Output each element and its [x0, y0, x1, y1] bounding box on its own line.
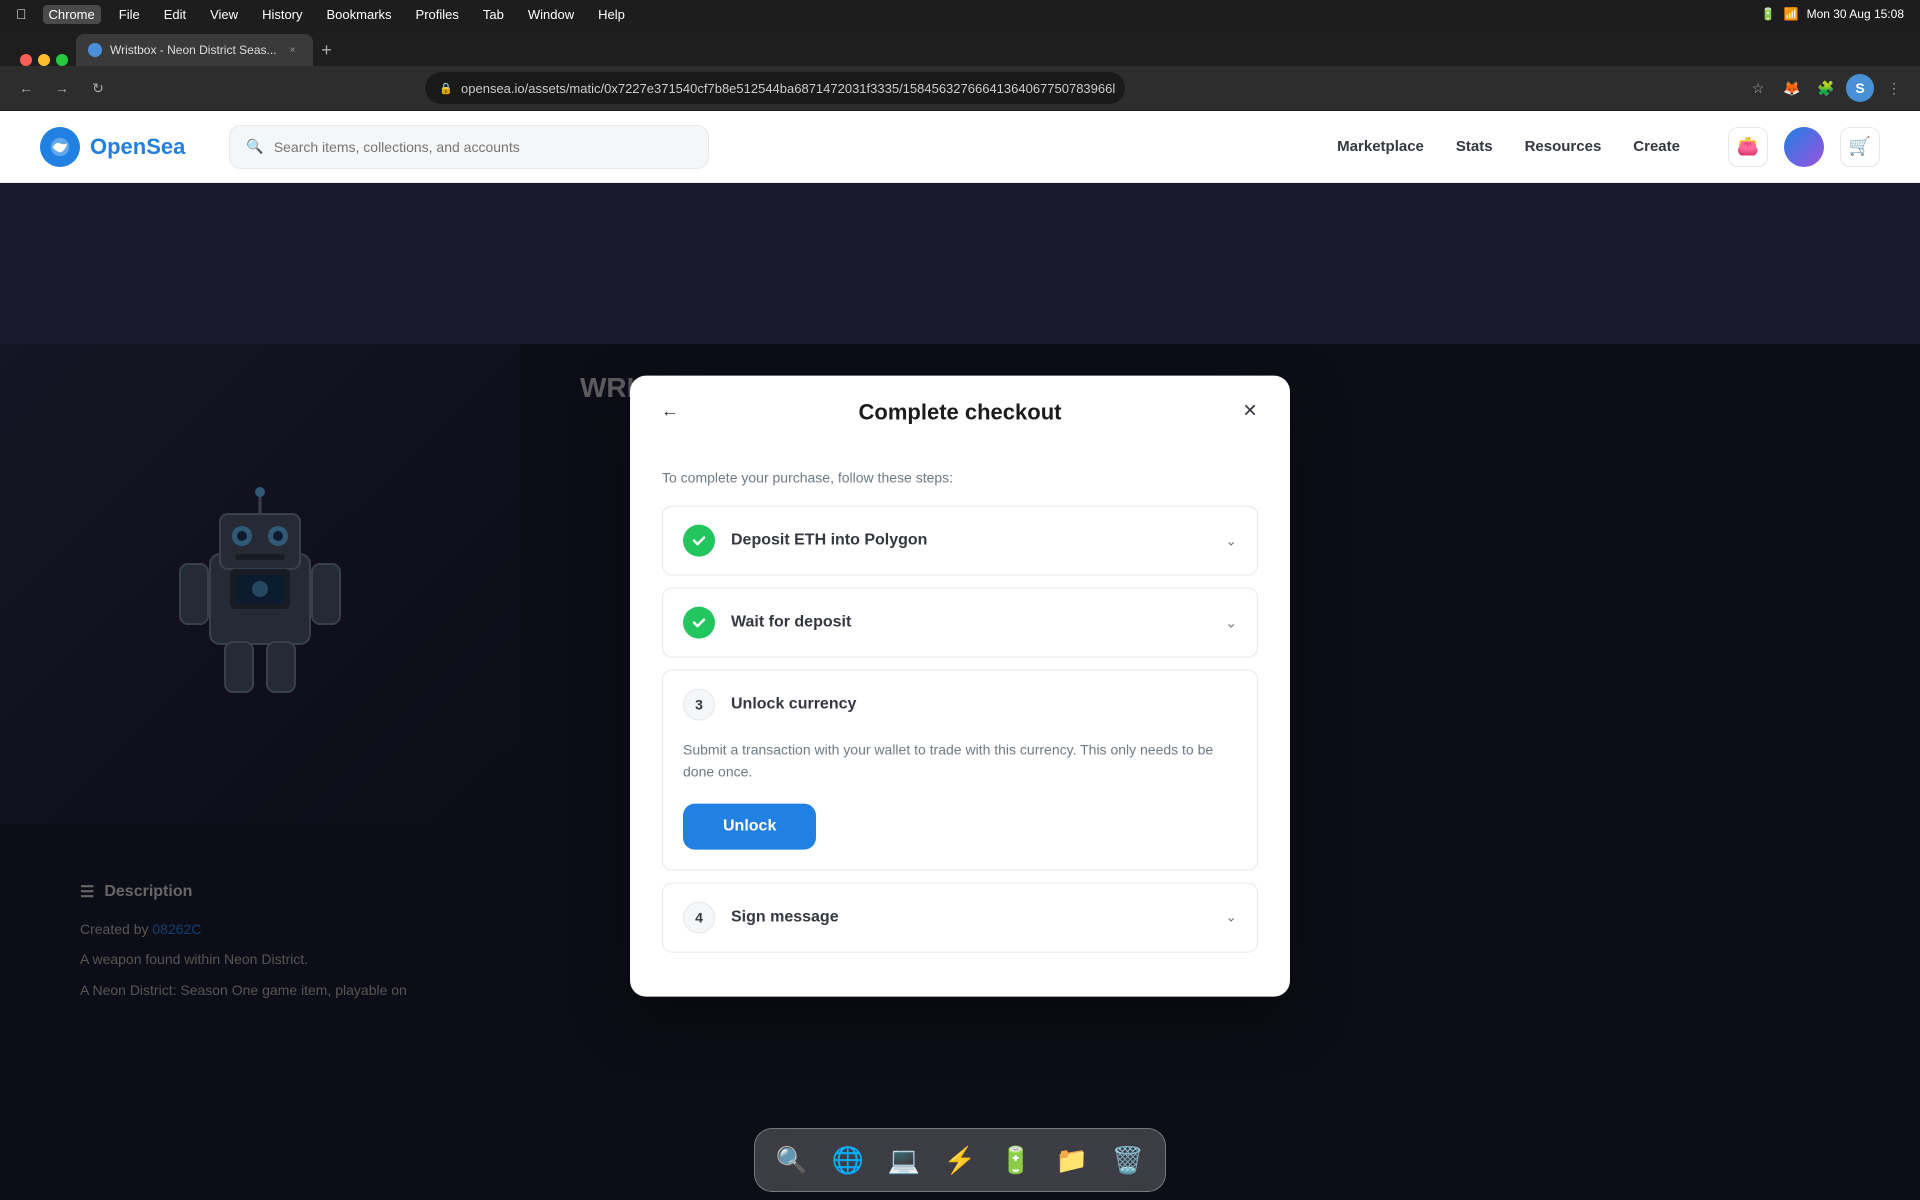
wifi-icon: 📶 [1784, 7, 1799, 21]
checkmark-icon [691, 533, 707, 549]
checkout-modal: ← Complete checkout ✕ To complete your p… [630, 376, 1290, 997]
tab-bar: Wristbox - Neon District Seas... × + [0, 28, 1920, 66]
wallet-button[interactable]: 👛 [1728, 127, 1768, 167]
back-arrow-icon: ← [661, 400, 679, 421]
step-3-label: Unlock currency [731, 696, 856, 714]
tab-close-button[interactable]: × [285, 42, 301, 58]
extensions-button[interactable]: 🧩 [1812, 74, 1840, 102]
step-2-chevron-icon: ⌄ [1225, 614, 1237, 631]
opensea-logo[interactable]: OpenSea [40, 127, 185, 167]
step-3-content: Submit a transaction with your wallet to… [663, 739, 1257, 870]
step-3-unlock: 3 Unlock currency Submit a transaction w… [662, 670, 1258, 871]
step-1-chevron-icon: ⌄ [1225, 532, 1237, 549]
header-icons: 👛 🛒 [1728, 127, 1880, 167]
header-nav: Marketplace Stats Resources Create [1337, 138, 1680, 155]
dock-trash-icon[interactable]: 🗑️ [1103, 1135, 1153, 1185]
traffic-lights [12, 54, 76, 66]
modal-header: ← Complete checkout ✕ [630, 376, 1290, 446]
menu-edit[interactable]: Edit [158, 5, 192, 24]
menu-profiles[interactable]: Profiles [410, 5, 465, 24]
forward-navigation-button[interactable]: → [48, 74, 76, 102]
macos-dock: 🔍 🌐 💻 ⚡ 🔋 📁 🗑️ [754, 1128, 1166, 1192]
back-navigation-button[interactable]: ← [12, 74, 40, 102]
macos-menubar:  Chrome File Edit View History Bookmark… [0, 0, 1920, 28]
step-1-label: Deposit ETH into Polygon [731, 532, 927, 550]
opensea-logo-text: OpenSea [90, 134, 185, 160]
unlock-button[interactable]: Unlock [683, 803, 816, 849]
menu-file[interactable]: File [113, 5, 146, 24]
step-4-label: Sign message [731, 908, 839, 926]
browser-chrome: Wristbox - Neon District Seas... × + ← →… [0, 28, 1920, 111]
new-tab-button[interactable]: + [313, 36, 341, 64]
ssl-lock-icon: 🔒 [439, 82, 453, 95]
reload-button[interactable]: ↻ [84, 74, 112, 102]
dock-finder-icon[interactable]: 🔍 [767, 1135, 817, 1185]
fullscreen-window-button[interactable] [56, 54, 68, 66]
user-avatar-button[interactable] [1784, 127, 1824, 167]
step-1-header[interactable]: Deposit ETH into Polygon ⌄ [663, 507, 1257, 575]
page-background: WRISTBOX ☰ Description Created by 08262C… [0, 172, 1920, 1200]
url-display: opensea.io/assets/matic/0x7227e371540cf7… [461, 81, 1115, 96]
battery-icon: 🔋 [1761, 7, 1776, 21]
cart-button[interactable]: 🛒 [1840, 127, 1880, 167]
chrome-menu-button[interactable]: ⋮ [1880, 74, 1908, 102]
dock-battery-icon[interactable]: 🔋 [991, 1135, 1041, 1185]
modal-back-button[interactable]: ← [654, 395, 686, 427]
step-4-sign: 4 Sign message ⌄ [662, 882, 1258, 952]
nav-create[interactable]: Create [1633, 138, 1680, 155]
step-4-icon: 4 [683, 901, 715, 933]
close-window-button[interactable] [20, 54, 32, 66]
close-icon: ✕ [1242, 400, 1257, 421]
dock-chrome-icon[interactable]: 🌐 [823, 1135, 873, 1185]
dock-lightning-icon[interactable]: ⚡ [935, 1135, 985, 1185]
address-bar[interactable]: 🔒 opensea.io/assets/matic/0x7227e371540c… [425, 72, 1125, 104]
step-3-description: Submit a transaction with your wallet to… [683, 739, 1237, 784]
step-3-header[interactable]: 3 Unlock currency [663, 671, 1257, 739]
step-1-icon [683, 525, 715, 557]
modal-close-button[interactable]: ✕ [1234, 395, 1266, 427]
profile-avatar-button[interactable]: S [1846, 74, 1874, 102]
modal-subtitle: To complete your purchase, follow these … [662, 470, 1258, 486]
minimize-window-button[interactable] [38, 54, 50, 66]
apple-menu[interactable]:  [16, 6, 27, 22]
browser-tab-active[interactable]: Wristbox - Neon District Seas... × [76, 34, 313, 66]
menu-tab[interactable]: Tab [477, 5, 510, 24]
menu-window[interactable]: Window [522, 5, 580, 24]
opensea-header: OpenSea 🔍 Marketplace Stats Resources Cr… [0, 111, 1920, 183]
step-2-header[interactable]: Wait for deposit ⌄ [663, 589, 1257, 657]
address-bar-row: ← → ↻ 🔒 opensea.io/assets/matic/0x7227e3… [0, 66, 1920, 110]
menubar-right: 🔋 📶 Mon 30 Aug 15:08 [1761, 7, 1904, 21]
nav-stats[interactable]: Stats [1456, 138, 1493, 155]
step-4-chevron-icon: ⌄ [1225, 909, 1237, 926]
menu-help[interactable]: Help [592, 5, 631, 24]
menu-view[interactable]: View [204, 5, 244, 24]
nav-resources[interactable]: Resources [1525, 138, 1602, 155]
dock-terminal-icon[interactable]: 💻 [879, 1135, 929, 1185]
opensea-search-bar[interactable]: 🔍 [229, 125, 709, 169]
menu-chrome[interactable]: Chrome [43, 5, 101, 24]
datetime: Mon 30 Aug 15:08 [1807, 7, 1904, 21]
bookmark-star-button[interactable]: ☆ [1744, 74, 1772, 102]
search-icon: 🔍 [246, 138, 263, 155]
extension-metamask-button[interactable]: 🦊 [1778, 74, 1806, 102]
tab-title: Wristbox - Neon District Seas... [110, 43, 277, 57]
step-1-deposit: Deposit ETH into Polygon ⌄ [662, 506, 1258, 576]
menu-history[interactable]: History [256, 5, 308, 24]
step-4-header[interactable]: 4 Sign message ⌄ [663, 883, 1257, 951]
checkmark-icon-2 [691, 615, 707, 631]
dock-files-icon[interactable]: 📁 [1047, 1135, 1097, 1185]
modal-body: To complete your purchase, follow these … [630, 446, 1290, 997]
tab-favicon-icon [88, 43, 102, 57]
browser-actions: ☆ 🦊 🧩 S ⋮ [1744, 74, 1908, 102]
step-2-wait: Wait for deposit ⌄ [662, 588, 1258, 658]
modal-title: Complete checkout [859, 400, 1062, 426]
step-2-label: Wait for deposit [731, 614, 851, 632]
menu-bookmarks[interactable]: Bookmarks [321, 5, 398, 24]
search-input[interactable] [274, 139, 693, 155]
step-2-icon [683, 607, 715, 639]
step-3-icon: 3 [683, 689, 715, 721]
nav-marketplace[interactable]: Marketplace [1337, 138, 1424, 155]
opensea-logo-icon [40, 127, 80, 167]
